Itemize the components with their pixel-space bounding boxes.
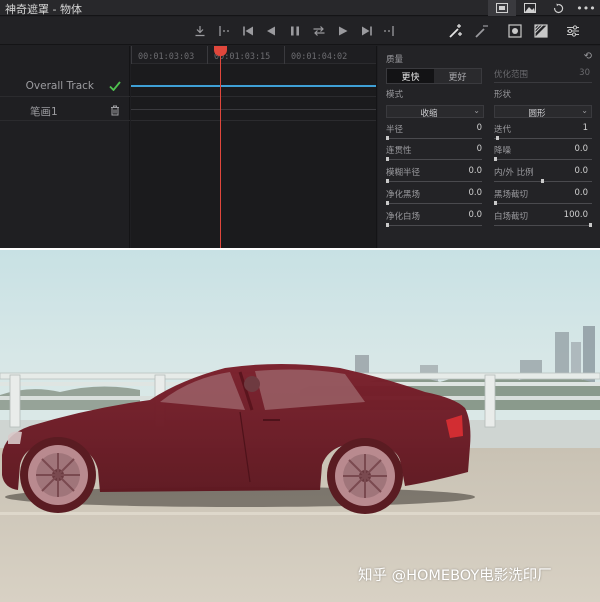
playhead-line[interactable]: [220, 46, 221, 248]
white-clip-slider[interactable]: [494, 223, 592, 227]
param-label: 黑场截切: [494, 190, 529, 200]
param-value[interactable]: 0.0: [438, 210, 482, 220]
magic-wand-add-icon[interactable]: [446, 17, 466, 45]
refine-range-slider[interactable]: [494, 82, 592, 83]
mark-out-icon[interactable]: [381, 17, 397, 45]
trash-icon[interactable]: [108, 102, 122, 118]
timeline-lane-stroke[interactable]: [131, 99, 376, 121]
param-value[interactable]: 100.0: [534, 210, 588, 220]
pause-icon[interactable]: [287, 17, 303, 45]
clean-white-slider[interactable]: [386, 223, 482, 227]
refine-range-label: 优化范围: [494, 70, 529, 80]
quality-option-better[interactable]: 更好: [434, 69, 481, 83]
param-value[interactable]: 0.0: [544, 188, 588, 198]
matte-toggle-icon[interactable]: [531, 17, 551, 45]
track-label: Overall Track: [25, 80, 94, 92]
in-out-ratio-slider[interactable]: [494, 179, 592, 183]
param-label: 降噪: [494, 146, 512, 156]
mask-timeline[interactable]: 00:01:03:03 00:01:03:15 00:01:04:02: [131, 46, 377, 248]
radius-slider[interactable]: [386, 136, 482, 140]
reset-icon[interactable]: [544, 0, 572, 16]
settings-sliders-icon[interactable]: [563, 17, 583, 45]
transport-bar: [0, 17, 600, 45]
reset-quality-icon[interactable]: ⟲: [584, 51, 592, 62]
consistency-slider[interactable]: [386, 157, 482, 161]
mask-overlay-icon[interactable]: [505, 17, 525, 45]
chevron-down-icon: ⌄: [473, 106, 480, 115]
track-range-bar[interactable]: [131, 85, 376, 87]
timeline-lane-overall[interactable]: [131, 75, 376, 97]
more-icon[interactable]: •••: [572, 0, 600, 16]
photo-icon[interactable]: [516, 0, 544, 16]
param-value[interactable]: 1: [544, 123, 588, 133]
video-preview[interactable]: [0, 250, 600, 602]
param-label: 内/外 比例: [494, 168, 534, 178]
chevron-down-icon: ⌄: [581, 106, 588, 115]
track-row-stroke[interactable]: 笔画1: [0, 99, 130, 121]
shape-label: 形状: [494, 90, 512, 100]
timecode-3: 00:01:04:02: [291, 52, 348, 62]
param-label: 半径: [386, 125, 404, 135]
checkmark-icon[interactable]: [108, 78, 122, 94]
param-value[interactable]: 0: [438, 123, 482, 133]
shape-dropdown[interactable]: 圆形 ⌄: [494, 105, 592, 119]
watermark-text: 知乎 @HOMEBOY电影洗印厂: [358, 568, 552, 584]
param-label: 净化白场: [386, 212, 421, 222]
param-label: 迭代: [494, 125, 512, 135]
magic-wand-subtract-icon[interactable]: [472, 17, 492, 45]
param-label: 连贯性: [386, 146, 412, 156]
param-value[interactable]: 0.0: [438, 166, 482, 176]
track-forward-icon[interactable]: [192, 17, 208, 45]
mode-label: 模式: [386, 90, 404, 100]
track-list: Overall Track 笔画1: [0, 46, 130, 248]
panel-title-bar: 神奇遮罩 - 物体 •••: [0, 0, 600, 16]
param-value[interactable]: 0.0: [544, 144, 588, 154]
param-label: 白场截切: [494, 212, 529, 222]
quality-segmented-control[interactable]: 更快 更好: [386, 68, 482, 84]
stroke-range-bar: [131, 109, 376, 110]
jump-end-icon[interactable]: [359, 17, 375, 45]
mask-inspector: 质量 ⟲ 更快 更好 优化范围 30 模式 形状 收缩 ⌄ 圆形 ⌄ 半径 0 连贯…: [378, 46, 600, 248]
front-wheel: [20, 437, 96, 513]
track-label: 笔画1: [30, 106, 58, 118]
denoise-slider[interactable]: [494, 157, 592, 161]
magic-mask-panel: 神奇遮罩 - 物体 ••• Overall Track 笔画1 00:01:03…: [0, 0, 600, 248]
quality-label: 质量: [386, 55, 404, 65]
image-view-icon[interactable]: [488, 0, 516, 16]
param-value[interactable]: 0: [438, 144, 482, 154]
iterations-slider[interactable]: [494, 136, 592, 140]
scene-image: [0, 326, 600, 602]
loop-icon[interactable]: [311, 17, 327, 45]
blur-radius-slider[interactable]: [386, 179, 482, 183]
quality-option-faster[interactable]: 更快: [387, 69, 434, 83]
step-back-icon[interactable]: [263, 17, 279, 45]
refine-range-value[interactable]: 30: [579, 68, 590, 78]
jump-start-icon[interactable]: [240, 17, 256, 45]
black-clip-slider[interactable]: [494, 201, 592, 205]
mode-dropdown[interactable]: 收缩 ⌄: [386, 105, 484, 119]
param-label: 净化黑场: [386, 190, 421, 200]
play-icon[interactable]: [335, 17, 351, 45]
timeline-ruler[interactable]: 00:01:03:03 00:01:03:15 00:01:04:02: [131, 46, 376, 64]
param-label: 模糊半径: [386, 168, 421, 178]
param-value[interactable]: 0.0: [544, 166, 588, 176]
param-value[interactable]: 0.0: [438, 188, 482, 198]
track-row-overall[interactable]: Overall Track: [0, 75, 130, 97]
clean-black-slider[interactable]: [386, 201, 482, 205]
rear-wheel: [327, 438, 403, 514]
panel-title: 神奇遮罩 - 物体: [5, 3, 82, 16]
mark-in-icon[interactable]: [216, 17, 232, 45]
timecode-1: 00:01:03:03: [138, 52, 195, 62]
